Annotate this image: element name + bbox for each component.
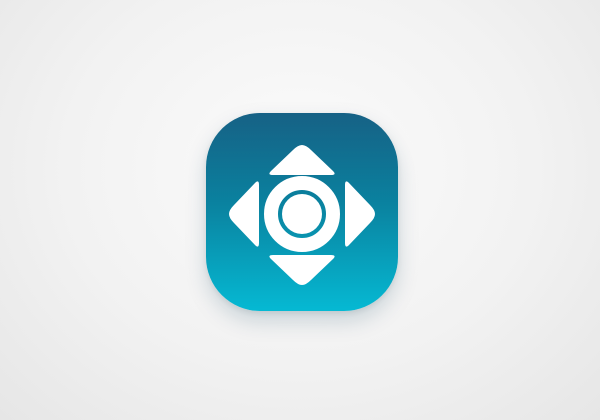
arrow-up-icon [269,145,335,175]
directional-pad-icon [229,145,375,285]
page-background: { "app_icon": { "icon": "directional-pad… [0,0,600,420]
app-icon[interactable] [206,113,398,311]
arrow-down-icon [269,255,335,285]
arrow-right-icon [345,181,375,247]
arrow-left-icon [229,181,259,247]
center-dot [282,194,322,234]
